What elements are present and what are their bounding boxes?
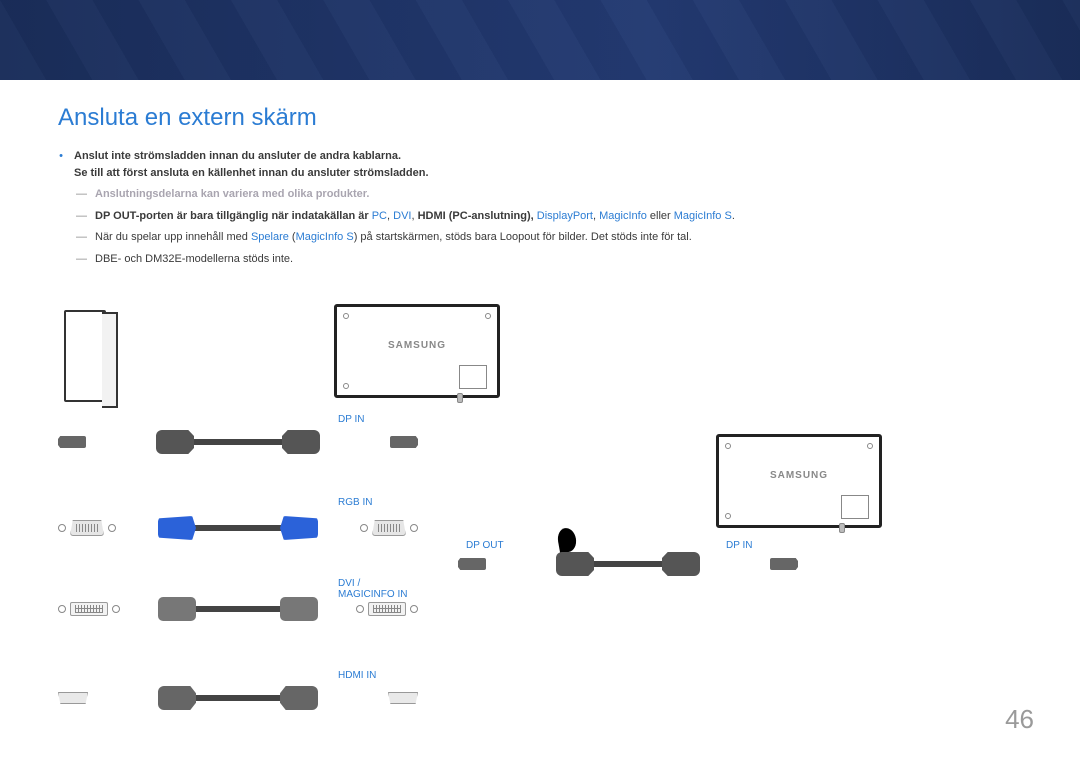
vga-cable-icon [158, 525, 318, 531]
note-dpout: DP OUT-porten är bara tillgänglig när in… [95, 208, 735, 225]
dash-icon: ― [76, 229, 87, 246]
label-dp-in-2: DP IN [726, 540, 753, 551]
label-dvi-magicinfo: DVI / MAGICINFO IN [338, 578, 407, 600]
teardrop-icon [556, 527, 578, 554]
hdmi-port-icon [388, 692, 418, 704]
page-number: 46 [1005, 704, 1034, 735]
dp-port-icon [458, 558, 486, 570]
connection-diagram: SAMSUNG SAMSUNG DP IN RGB IN DVI / MAGIC… [58, 310, 1018, 720]
dvi-port-icon [70, 602, 108, 616]
dvi-port-icon [368, 602, 406, 616]
warning-text-1: Anslut inte strömsladden innan du anslut… [74, 148, 429, 181]
dvi-cable-row [58, 602, 418, 616]
dvi-cable-icon [158, 606, 318, 612]
source-device-icon [64, 310, 106, 402]
dp-cable-icon [558, 561, 698, 567]
monitor-1-icon: SAMSUNG [334, 304, 500, 398]
hdmi-port-icon [58, 692, 88, 704]
label-dp-in: DP IN [338, 414, 365, 425]
body-text: • Anslut inte strömsladden innan du ansl… [58, 148, 998, 267]
label-hdmi-in: HDMI IN [338, 670, 376, 681]
dash-icon: ― [76, 251, 87, 268]
page-title: Ansluta en extern skärm [58, 104, 1080, 132]
vga-port-icon [70, 520, 104, 536]
warning-2: Se till att först ansluta en källenhet i… [74, 167, 429, 179]
header-band [0, 0, 1080, 80]
dp-cable-icon [158, 439, 318, 445]
dp-port-icon [770, 558, 798, 570]
bullet-icon: • [58, 148, 64, 181]
note-dbe: DBE- och DM32E-modellerna stöds inte. [95, 251, 293, 268]
hdmi-cable-row [58, 692, 418, 704]
dash-icon: ― [76, 186, 87, 203]
label-dp-out: DP OUT [466, 540, 504, 551]
brand-label: SAMSUNG [337, 340, 497, 351]
dp-port-icon [58, 436, 86, 448]
rgb-cable-row [58, 520, 418, 536]
label-rgb-in: RGB IN [338, 497, 372, 508]
warning-1: Anslut inte strömsladden innan du anslut… [74, 150, 401, 162]
dp-port-icon [390, 436, 418, 448]
monitor-2-icon: SAMSUNG [716, 434, 882, 528]
note-player: När du spelar upp innehåll med Spelare (… [95, 229, 692, 246]
note-vary: Anslutningsdelarna kan variera med olika… [95, 186, 369, 203]
dash-icon: ― [76, 208, 87, 225]
brand-label: SAMSUNG [719, 470, 879, 481]
dp-cable-row [58, 436, 418, 448]
vga-port-icon [372, 520, 406, 536]
dp-daisy-chain-row [458, 558, 798, 570]
hdmi-cable-icon [158, 695, 318, 701]
